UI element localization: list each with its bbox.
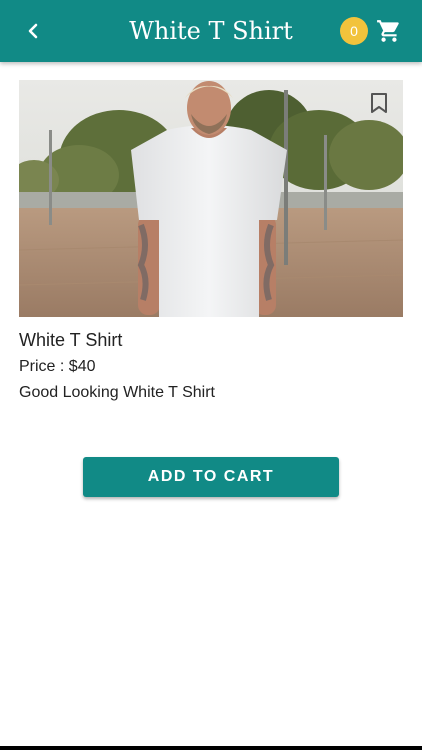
bookmark-outline-icon: [371, 93, 387, 113]
product-price: Price : $40: [19, 358, 96, 375]
product-detail-screen: White T Shirt 0 White T Shirt Price: $4…: [0, 0, 422, 750]
product-image: [19, 80, 403, 317]
app-bar: White T Shirt 0: [0, 0, 422, 62]
bottom-divider: [0, 746, 422, 750]
cart-count-badge[interactable]: 0: [340, 17, 368, 45]
product-name: White T Shirt: [19, 330, 123, 350]
cart-button[interactable]: [375, 17, 403, 45]
add-to-cart-button[interactable]: ADD TO CART: [83, 457, 339, 497]
bookmark-button[interactable]: [369, 92, 389, 114]
product-photo: [19, 80, 403, 317]
back-button[interactable]: [18, 16, 48, 46]
product-description: Good Looking White T Shirt: [19, 384, 215, 401]
shopping-cart-icon: [377, 20, 399, 42]
chevron-left-icon: [28, 23, 38, 39]
